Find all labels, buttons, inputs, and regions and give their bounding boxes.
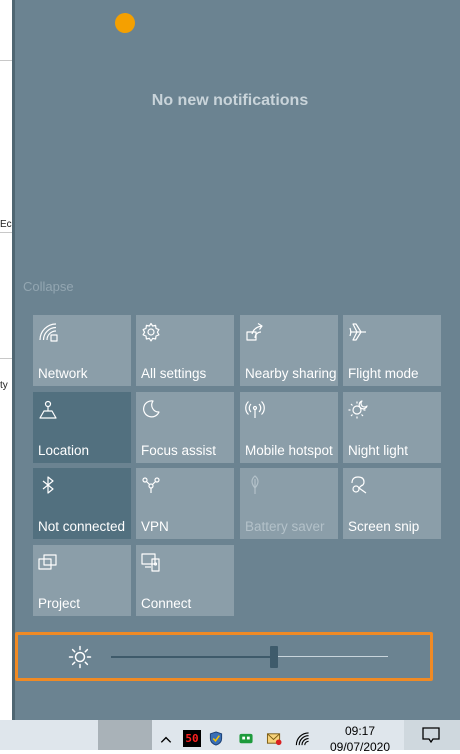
collapse-link[interactable]: Collapse (23, 279, 74, 294)
tile-mobile-hotspot[interactable]: Mobile hotspot (240, 392, 338, 463)
tile-label: Focus assist (141, 443, 217, 458)
tile-screen-snip[interactable]: Screen snip (343, 468, 441, 539)
leaf-icon (251, 475, 259, 494)
brightness-sun-icon (68, 645, 92, 669)
tile-connect[interactable]: Connect (136, 545, 234, 616)
tile-night-light[interactable]: Night light (343, 392, 441, 463)
app-orange-icon[interactable] (115, 13, 135, 33)
shield-icon[interactable] (208, 731, 224, 746)
chevron-up-icon[interactable] (158, 732, 174, 747)
tile-label: Battery saver (245, 519, 325, 534)
tile-not-connected[interactable]: Not connected (33, 468, 131, 539)
tile-label: Location (38, 443, 90, 458)
scissors-icon (351, 476, 367, 494)
meter-icon[interactable]: 50 (183, 730, 201, 747)
connect-icon (141, 553, 160, 572)
project-icon (38, 554, 57, 570)
taskbar-app-button[interactable] (98, 720, 152, 750)
wifi-icon[interactable] (294, 731, 310, 746)
vpn-icon (142, 477, 160, 493)
location-icon (39, 400, 57, 419)
tile-label: Network (38, 366, 88, 381)
network-icon (39, 323, 58, 342)
background-text-fragment: ty (0, 380, 8, 391)
share-icon (246, 322, 263, 341)
taskbar-date[interactable]: 09/07/2020 (324, 740, 396, 754)
tile-project[interactable]: Project (33, 545, 131, 616)
background-text-fragment: Ec (0, 219, 12, 230)
taskbar: 50 09:17 09/07/2020 (0, 720, 460, 754)
robot-icon[interactable] (238, 731, 254, 746)
tile-location[interactable]: Location (33, 392, 131, 463)
tile-label: Connect (141, 596, 192, 611)
tile-label: Nearby sharing (245, 366, 337, 381)
tile-battery-saver[interactable]: Battery saver (240, 468, 338, 539)
tile-nearby-sharing[interactable]: Nearby sharing (240, 315, 338, 386)
tile-network[interactable]: Network (33, 315, 131, 386)
bluetooth-icon (42, 476, 54, 494)
tile-all-settings[interactable]: All settings (136, 315, 234, 386)
airplane-icon (349, 323, 366, 341)
empty-notifications-message: No new notifications (151, 92, 309, 109)
moon-icon (143, 400, 160, 418)
tile-label: Not connected (38, 519, 126, 534)
tile-label: Flight mode (348, 366, 419, 381)
brightness-slider-thumb[interactable] (270, 646, 279, 668)
tile-label: Night light (348, 443, 409, 458)
tile-label: All settings (141, 366, 207, 381)
gear-icon (142, 322, 160, 342)
mail-icon[interactable] (266, 731, 282, 746)
hotspot-icon (245, 401, 265, 418)
sun-moon-icon (348, 400, 368, 419)
tile-label: Project (38, 596, 81, 611)
tile-label: Mobile hotspot (245, 443, 333, 458)
notification-center-button[interactable] (404, 720, 460, 750)
tile-label: Screen snip (348, 519, 420, 534)
tile-focus-assist[interactable]: Focus assist (136, 392, 234, 463)
tile-flight-mode[interactable]: Flight mode (343, 315, 441, 386)
brightness-slider-track[interactable] (278, 656, 388, 657)
notification-icon (422, 727, 440, 744)
brightness-slider-track-filled[interactable] (111, 656, 271, 658)
taskbar-clock[interactable]: 09:17 (324, 724, 396, 738)
tile-label: VPN (141, 519, 169, 534)
tile-vpn[interactable]: VPN (136, 468, 234, 539)
